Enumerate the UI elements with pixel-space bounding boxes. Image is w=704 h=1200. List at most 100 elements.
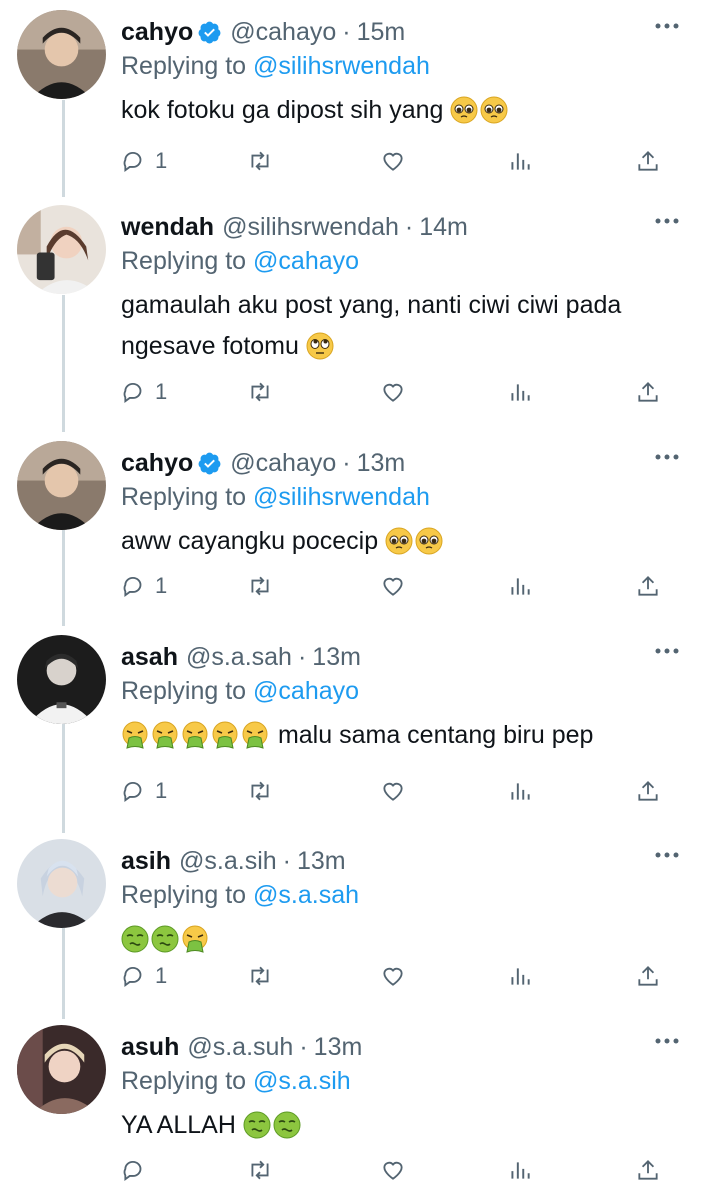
- tweet-actions: [121, 1155, 661, 1185]
- nauseated-face-icon: [273, 1111, 301, 1139]
- retweet-button[interactable]: [247, 1155, 273, 1185]
- share-button[interactable]: [635, 146, 661, 176]
- analytics-button[interactable]: [507, 776, 533, 806]
- like-button[interactable]: [380, 961, 406, 991]
- analytics-button[interactable]: [507, 377, 533, 407]
- reply-icon: [123, 382, 142, 404]
- like-button[interactable]: [380, 571, 406, 601]
- replying-to: Replying to @s.a.sah: [121, 879, 684, 911]
- share-button[interactable]: [635, 571, 661, 601]
- display-name[interactable]: asah: [121, 639, 178, 675]
- handle[interactable]: @s.a.sih: [179, 843, 277, 879]
- reply-button[interactable]: 1: [121, 571, 167, 601]
- timestamp[interactable]: 13m: [312, 639, 361, 675]
- reply-button[interactable]: [121, 1155, 155, 1185]
- tweet[interactable]: asih @s.a.sih · 13m Replying to @s.a.sah…: [0, 829, 704, 1015]
- avatar[interactable]: [17, 839, 106, 928]
- more-options-icon[interactable]: [652, 845, 682, 865]
- handle[interactable]: @s.a.suh: [187, 1029, 293, 1065]
- tweet[interactable]: asuh @s.a.suh · 13m Replying to @s.a.sih…: [0, 1015, 704, 1200]
- retweet-button[interactable]: [247, 146, 273, 176]
- mention-link[interactable]: @silihsrwendah: [253, 483, 430, 511]
- display-name[interactable]: asuh: [121, 1029, 179, 1065]
- reply-button[interactable]: 1: [121, 146, 167, 176]
- analytics-button[interactable]: [507, 961, 533, 991]
- analytics-icon: [511, 578, 530, 595]
- handle[interactable]: @s.a.sah: [186, 639, 292, 675]
- more-options-icon[interactable]: [652, 16, 682, 36]
- analytics-icon: [511, 153, 530, 170]
- mention-link[interactable]: @cahayo: [253, 677, 359, 705]
- tweet[interactable]: cahyo @cahayo · 13m Replying to @silihsr…: [0, 431, 704, 625]
- tweet-actions: 1: [121, 377, 661, 407]
- reply-button[interactable]: 1: [121, 961, 167, 991]
- share-icon: [638, 382, 658, 402]
- avatar[interactable]: [17, 1025, 106, 1114]
- share-button[interactable]: [635, 1155, 661, 1185]
- verified-badge-icon: [198, 452, 221, 474]
- display-name[interactable]: cahyo: [121, 445, 193, 481]
- timestamp[interactable]: 13m: [297, 843, 346, 879]
- tweet-text: kok fotoku ga dipost sih yang: [121, 90, 684, 131]
- display-name[interactable]: asih: [121, 843, 171, 879]
- reply-button[interactable]: 1: [121, 377, 167, 407]
- nauseated-face-icon: [151, 925, 179, 953]
- reply-button[interactable]: 1: [121, 776, 167, 806]
- handle[interactable]: @cahayo: [230, 445, 336, 481]
- analytics-button[interactable]: [507, 1155, 533, 1185]
- retweet-button[interactable]: [247, 961, 273, 991]
- more-options-icon[interactable]: [652, 211, 682, 231]
- like-button[interactable]: [380, 1155, 406, 1185]
- mention-link[interactable]: @cahayo: [253, 247, 359, 275]
- retweet-button[interactable]: [247, 776, 273, 806]
- tweet-text: malu sama centang biru pep: [121, 715, 684, 756]
- mention-link[interactable]: @s.a.sih: [253, 1067, 351, 1095]
- replying-label: Replying to: [121, 1067, 247, 1095]
- more-options-icon[interactable]: [652, 641, 682, 661]
- reply-icon: [123, 966, 142, 988]
- display-name[interactable]: wendah: [121, 209, 214, 245]
- vomit-face-icon: [242, 721, 268, 749]
- reply-icon: [123, 781, 142, 803]
- more-options-icon[interactable]: [652, 1031, 682, 1051]
- handle[interactable]: @cahayo: [230, 14, 336, 50]
- vomit-face-icon: [182, 925, 208, 953]
- tweet[interactable]: cahyo @cahayo · 15m Replying to @silihsr…: [0, 0, 704, 195]
- avatar[interactable]: [17, 635, 106, 724]
- like-button[interactable]: [380, 776, 406, 806]
- analytics-button[interactable]: [507, 146, 533, 176]
- replying-to: Replying to @cahayo: [121, 675, 684, 707]
- analytics-button[interactable]: [507, 571, 533, 601]
- avatar[interactable]: [17, 205, 106, 294]
- tweet[interactable]: wendah @silihsrwendah · 14m Replying to …: [0, 195, 704, 431]
- mention-link[interactable]: @s.a.sah: [253, 881, 359, 909]
- share-button[interactable]: [635, 776, 661, 806]
- like-button[interactable]: [380, 377, 406, 407]
- separator-dot: ·: [342, 449, 351, 477]
- replying-to: Replying to @silihsrwendah: [121, 50, 684, 82]
- handle[interactable]: @silihsrwendah: [222, 209, 399, 245]
- nauseated-face-icon: [121, 925, 149, 953]
- more-options-icon[interactable]: [652, 447, 682, 467]
- avatar[interactable]: [17, 10, 106, 99]
- like-button[interactable]: [380, 146, 406, 176]
- avatar[interactable]: [17, 441, 106, 530]
- pleading-face-icon: [415, 527, 443, 555]
- timestamp[interactable]: 13m: [357, 445, 406, 481]
- display-name[interactable]: cahyo: [121, 14, 193, 50]
- reply-count: 1: [155, 379, 168, 404]
- nauseated-face-icon: [243, 1111, 271, 1139]
- retweet-button[interactable]: [247, 571, 273, 601]
- retweet-icon: [251, 382, 269, 402]
- share-button[interactable]: [635, 961, 661, 991]
- share-button[interactable]: [635, 377, 661, 407]
- mention-link[interactable]: @silihsrwendah: [253, 52, 430, 80]
- timestamp[interactable]: 13m: [314, 1029, 363, 1065]
- retweet-button[interactable]: [247, 377, 273, 407]
- replying-label: Replying to: [121, 483, 247, 511]
- tweet[interactable]: asah @s.a.sah · 13m Replying to @cahayo …: [0, 625, 704, 829]
- heart-icon: [383, 782, 403, 801]
- timestamp[interactable]: 14m: [419, 209, 468, 245]
- timestamp[interactable]: 15m: [357, 14, 406, 50]
- analytics-icon: [511, 1162, 530, 1179]
